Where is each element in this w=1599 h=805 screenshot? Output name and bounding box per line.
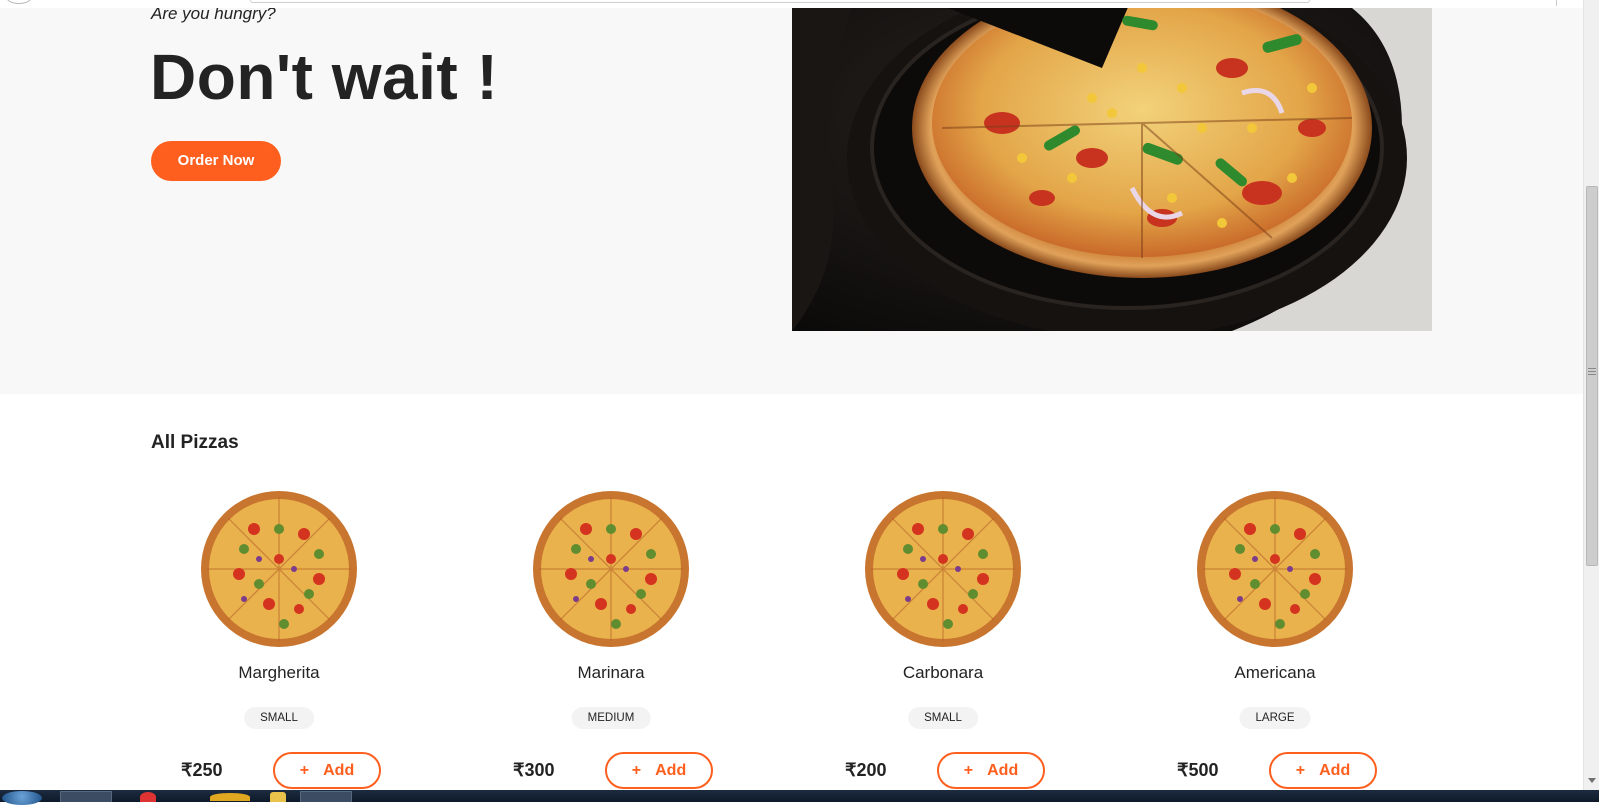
size-badge: MEDIUM xyxy=(571,707,651,729)
scrollbar-grip-icon xyxy=(1588,368,1596,375)
pizza-name: Carbonara xyxy=(902,663,984,682)
plus-icon: + xyxy=(631,762,642,779)
plus-icon: + xyxy=(299,762,310,779)
pizza-card: Marinara MEDIUM ₹300 + Add xyxy=(485,489,737,790)
hero-section: Are you hungry? Don't wait ! Order Now xyxy=(0,0,1583,394)
pizza-card: Carbonara SMALL ₹200 + Add xyxy=(817,489,1069,790)
address-bar[interactable] xyxy=(250,0,1310,3)
hero-pizza-image xyxy=(792,8,1432,331)
add-label: Add xyxy=(655,762,687,779)
browser-toolbar-edge xyxy=(0,0,1583,8)
pizza-name: Americana xyxy=(1234,663,1316,682)
plus-icon: + xyxy=(1295,762,1306,779)
back-button[interactable] xyxy=(6,0,32,4)
add-to-cart-button[interactable]: + Add xyxy=(937,752,1045,789)
price-row: ₹250 + Add xyxy=(153,751,405,790)
vertical-scrollbar[interactable] xyxy=(1583,0,1599,790)
all-pizzas-section: All Pizzas Margherita SMALL ₹250 + Add M… xyxy=(0,394,1583,790)
scrollbar-thumb[interactable] xyxy=(1586,186,1598,566)
add-label: Add xyxy=(987,762,1019,779)
pizza-icon xyxy=(1197,491,1353,647)
add-to-cart-button[interactable]: + Add xyxy=(1269,752,1377,789)
pizza-name: Marinara xyxy=(577,663,645,682)
hero-title: Don't wait ! xyxy=(150,41,499,113)
section-title: All Pizzas xyxy=(151,432,239,453)
add-label: Add xyxy=(323,762,355,779)
add-to-cart-button[interactable]: + Add xyxy=(273,752,381,789)
pizza-icon xyxy=(533,491,689,647)
browser-viewport: Are you hungry? Don't wait ! Order Now A… xyxy=(0,0,1583,790)
size-badge: SMALL xyxy=(908,707,978,729)
price-row: ₹200 + Add xyxy=(817,751,1069,790)
add-label: Add xyxy=(1319,762,1351,779)
size-badge: SMALL xyxy=(244,707,314,729)
pizza-icon xyxy=(201,491,357,647)
pizza-name: Margherita xyxy=(238,663,320,682)
price: ₹250 xyxy=(181,760,223,780)
pizza-photo-icon xyxy=(792,8,1432,331)
start-button[interactable] xyxy=(2,791,42,805)
price-row: ₹300 + Add xyxy=(485,751,737,790)
order-now-button[interactable]: Order Now xyxy=(151,141,281,181)
taskbar-item[interactable] xyxy=(60,791,112,802)
size-badge: LARGE xyxy=(1239,707,1311,729)
toolbar-divider xyxy=(1556,0,1557,6)
os-taskbar xyxy=(0,790,1599,805)
plus-icon: + xyxy=(963,762,974,779)
add-to-cart-button[interactable]: + Add xyxy=(605,752,713,789)
price: ₹200 xyxy=(845,760,887,780)
price-row: ₹500 + Add xyxy=(1149,751,1401,790)
price: ₹300 xyxy=(513,760,555,780)
pizza-icon xyxy=(865,491,1021,647)
browser-taskbar-icon[interactable] xyxy=(140,792,156,802)
folder-taskbar-icon[interactable] xyxy=(210,793,250,801)
pizza-card: Margherita SMALL ₹250 + Add xyxy=(153,489,405,790)
taskbar-item[interactable] xyxy=(300,791,352,802)
pizza-card: Americana LARGE ₹500 + Add xyxy=(1149,489,1401,790)
app-taskbar-icon[interactable] xyxy=(270,792,286,802)
price: ₹500 xyxy=(1177,760,1219,780)
scroll-down-arrow-icon[interactable] xyxy=(1588,778,1596,783)
